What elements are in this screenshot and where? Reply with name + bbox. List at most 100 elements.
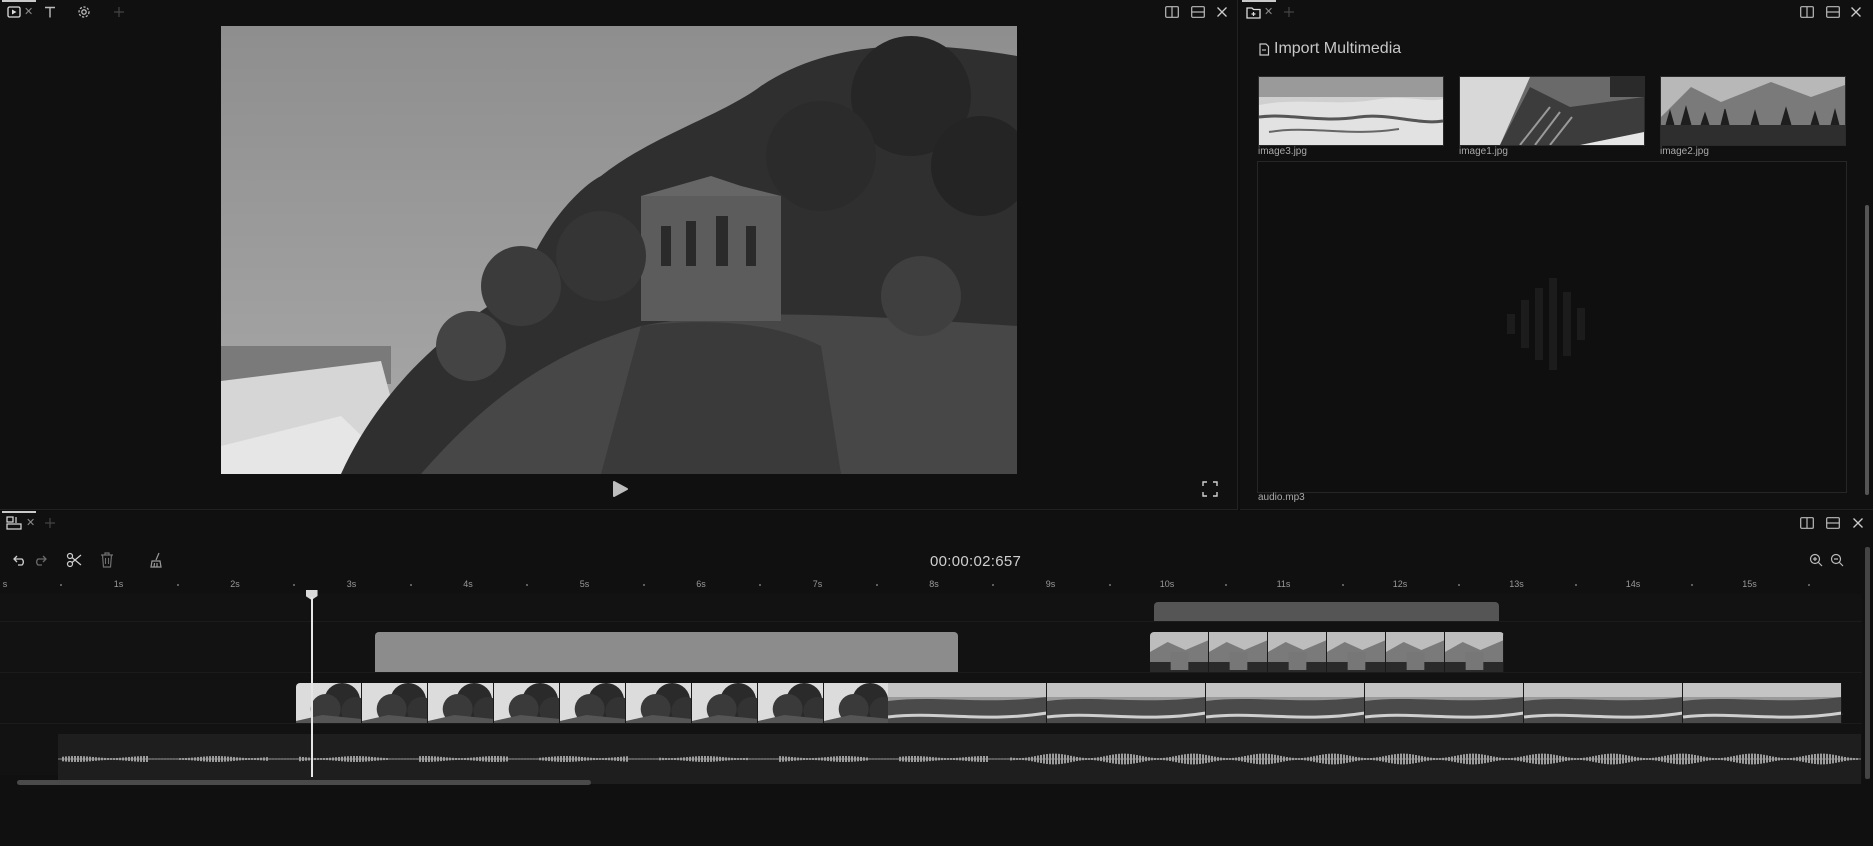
waveform-bar: [260, 757, 262, 761]
close-icon[interactable]: [1847, 3, 1865, 21]
undo-button[interactable]: [11, 551, 29, 569]
import-multimedia-button[interactable]: Import Multimedia: [1258, 40, 1401, 58]
waveform-bar: [1040, 754, 1042, 764]
waveform-bar: [1412, 754, 1414, 764]
media-thumbnail-image2[interactable]: [1660, 76, 1846, 146]
plus-icon[interactable]: [42, 515, 58, 531]
waveform-bar: [1571, 757, 1573, 761]
close-icon[interactable]: [1213, 3, 1231, 21]
video-preview-icon[interactable]: [6, 4, 22, 20]
timeline-track-audio[interactable]: [0, 723, 1862, 784]
waveform-bar: [803, 757, 805, 761]
waveform-bar: [1664, 755, 1666, 763]
zoom-in-button[interactable]: [1807, 551, 1825, 569]
waveform-bar: [317, 758, 319, 760]
waveform-bar: [209, 756, 211, 762]
waveform-bar: [860, 756, 862, 762]
timeline-tab-bar: ✕: [0, 511, 1873, 535]
timeline-clip-audio[interactable]: [58, 734, 1861, 784]
waveform-bar: [659, 757, 661, 761]
waveform-bar: [653, 758, 655, 760]
waveform-bar: [158, 758, 160, 760]
zoom-out-button[interactable]: [1828, 551, 1846, 569]
timeline-track-2[interactable]: [0, 621, 1862, 681]
waveform-bar: [284, 758, 286, 760]
delete-button[interactable]: [98, 551, 116, 569]
waveform-bar: [1733, 755, 1735, 763]
split-vertical-icon[interactable]: [1798, 3, 1816, 21]
waveform-bar: [65, 756, 67, 762]
waveform-bar: [278, 758, 280, 760]
waveform-bar: [716, 756, 718, 762]
split-horizontal-icon[interactable]: [1189, 3, 1207, 21]
waveform-bar: [632, 758, 634, 760]
waveform-bar: [833, 756, 835, 762]
split-vertical-icon[interactable]: [1798, 514, 1816, 532]
waveform-bar: [506, 756, 508, 762]
media-thumbnail-audio[interactable]: [1257, 161, 1847, 493]
ruler-tick-mark: [60, 584, 63, 586]
waveform-bar: [1232, 757, 1234, 761]
redo-icon: [36, 555, 47, 566]
waveform-bar: [1178, 755, 1180, 763]
waveform-bar: [347, 756, 349, 762]
waveform-bar: [1259, 753, 1261, 765]
split-vertical-icon[interactable]: [1163, 3, 1181, 21]
split-horizontal-icon[interactable]: [1824, 514, 1842, 532]
waveform-bar: [1202, 754, 1204, 764]
waveform-bar: [944, 758, 946, 760]
close-icon[interactable]: [1849, 514, 1867, 532]
timeline-vertical-scrollbar[interactable]: [1865, 547, 1870, 779]
timeline-track-3[interactable]: [0, 672, 1862, 732]
ruler-tick-label: 13s: [1509, 579, 1524, 589]
waveform-bar: [899, 756, 901, 762]
close-tab-icon[interactable]: ✕: [1264, 5, 1273, 18]
waveform-bar: [647, 758, 649, 760]
fullscreen-button[interactable]: [1202, 481, 1220, 499]
waveform-bar: [1544, 753, 1546, 765]
waveform-bar: [95, 757, 97, 761]
plus-icon[interactable]: [1281, 4, 1297, 20]
video-preview-frame[interactable]: [221, 26, 1017, 474]
plus-icon[interactable]: [111, 4, 127, 20]
waveform-bar: [1289, 757, 1291, 761]
text-icon[interactable]: [42, 4, 58, 20]
waveform-bar: [1382, 756, 1384, 762]
folder-add-icon[interactable]: [1245, 4, 1261, 20]
gear-icon[interactable]: [76, 4, 92, 20]
play-button[interactable]: [610, 480, 630, 498]
timeline-icon[interactable]: [6, 515, 22, 531]
media-scrollbar[interactable]: [1865, 205, 1869, 495]
split-horizontal-icon[interactable]: [1824, 3, 1842, 21]
waveform-bar: [1238, 757, 1240, 761]
redo-button[interactable]: [31, 551, 49, 569]
close-tab-icon[interactable]: ✕: [26, 516, 35, 529]
media-thumbnail-image3[interactable]: [1258, 76, 1444, 146]
waveform-bar: [707, 756, 709, 762]
media-thumbnail-label: image2.jpg: [1660, 146, 1709, 157]
waveform-bar: [1229, 758, 1231, 760]
waveform-bar: [971, 756, 973, 762]
waveform-bar: [812, 758, 814, 760]
waveform-bar: [1673, 754, 1675, 764]
waveform-bar: [1565, 757, 1567, 761]
waveform-bar: [161, 758, 163, 760]
waveform-bar: [1751, 753, 1753, 765]
time-ruler[interactable]: s 1s 2s 3s 4s 5s 6s 7s 8s 9s 10s 11s 12s 13s 14s 15s: [0, 579, 1862, 593]
clean-button[interactable]: [148, 551, 166, 569]
broom-icon: [150, 552, 162, 568]
timeline-horizontal-scrollbar[interactable]: [17, 780, 591, 785]
media-thumbnail-image1[interactable]: [1459, 76, 1645, 146]
waveform-bar: [1214, 756, 1216, 762]
waveform-bar: [1136, 755, 1138, 763]
waveform-bar: [1706, 757, 1708, 761]
ruler-tick-label: 3s: [346, 579, 357, 589]
waveform-bar: [1226, 758, 1228, 760]
import-multimedia-label: Import Multimedia: [1274, 40, 1402, 57]
cut-button[interactable]: [65, 551, 83, 569]
close-tab-icon[interactable]: ✕: [24, 5, 33, 18]
waveform-bar: [1535, 753, 1537, 765]
playhead[interactable]: [310, 597, 313, 777]
waveform-bar: [623, 756, 625, 762]
waveform-bar: [1757, 753, 1759, 765]
